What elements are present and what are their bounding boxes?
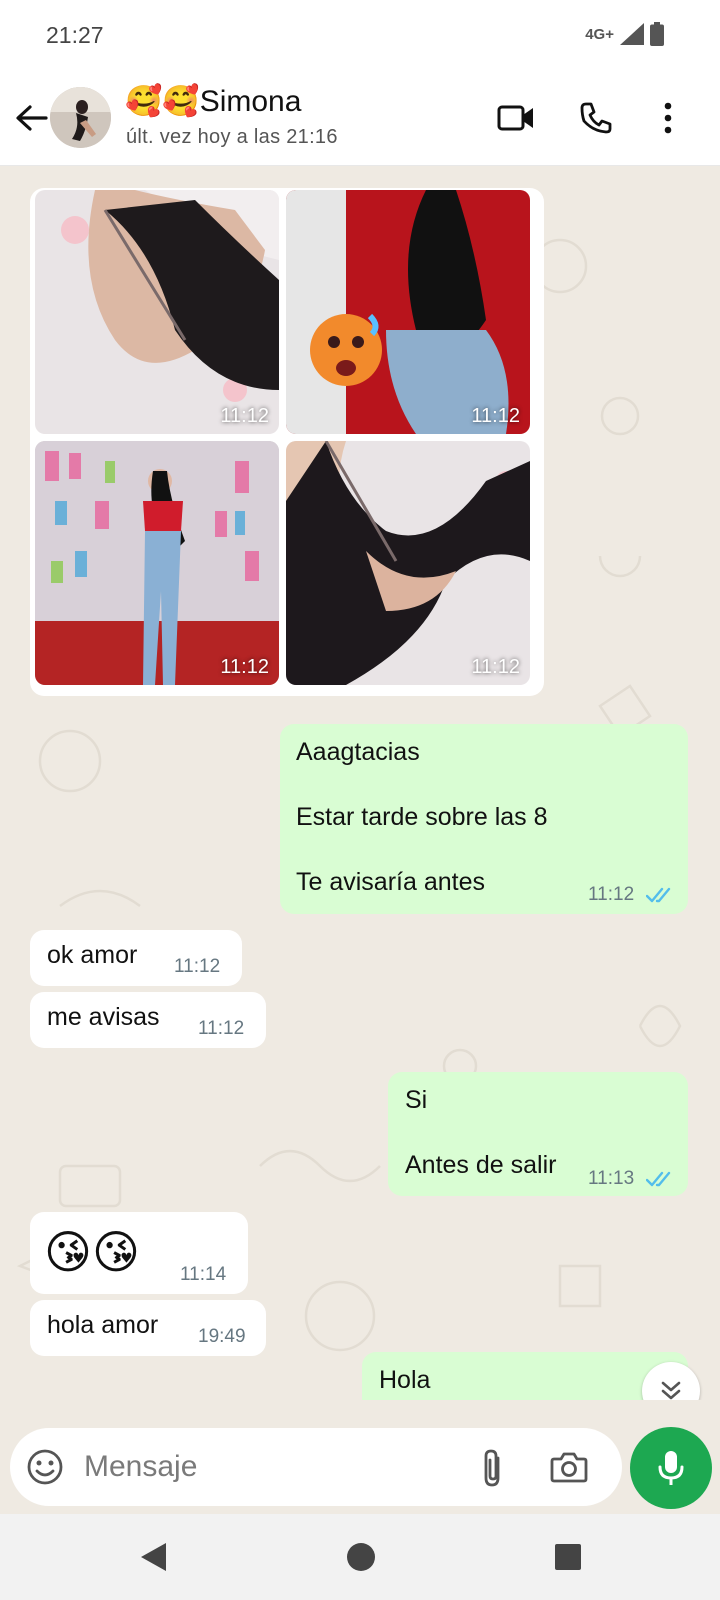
- album-photo[interactable]: 11:12: [286, 441, 530, 685]
- incoming-message[interactable]: hola amor 19:49: [30, 1300, 266, 1356]
- photo-timestamp: 11:12: [220, 405, 269, 427]
- message-text: ok amor: [47, 941, 138, 969]
- message-timestamp: 11:12: [198, 1018, 245, 1039]
- camera-icon[interactable]: [550, 1450, 588, 1489]
- album-photo[interactable]: 11:12: [286, 190, 530, 434]
- message-text: Antes de salir: [405, 1151, 557, 1179]
- phone-call-icon[interactable]: [574, 96, 618, 140]
- emoji-icon[interactable]: [26, 1448, 64, 1491]
- battery-icon: [650, 22, 664, 46]
- message-timestamp: 11:14: [180, 1264, 227, 1285]
- read-ticks-icon: [646, 1171, 671, 1187]
- outgoing-message[interactable]: Aaagtacias Estar tarde sobre las 8 Te av…: [280, 724, 688, 914]
- back-arrow-icon[interactable]: [12, 98, 52, 138]
- message-list[interactable]: 11:12 11:12 11:12 11:12 Aaagtacias Estar…: [0, 166, 720, 1428]
- more-options-icon[interactable]: [646, 96, 690, 140]
- read-ticks-icon: [646, 887, 671, 903]
- system-navigation-bar: [0, 1514, 720, 1600]
- network-type: 4G+: [585, 25, 614, 43]
- contact-name[interactable]: 🥰🥰Simona: [125, 84, 301, 119]
- message-text: Te avisaría antes: [296, 868, 485, 896]
- outgoing-message[interactable]: Si Antes de salir 11:13: [388, 1072, 688, 1196]
- status-indicators: 4G+: [585, 22, 664, 46]
- message-timestamp: 11:12: [174, 956, 221, 977]
- voice-record-button[interactable]: [630, 1427, 712, 1509]
- media-album: 11:12 11:12 11:12 11:12: [30, 188, 544, 696]
- status-time: 21:27: [46, 22, 104, 48]
- message-input[interactable]: [84, 1442, 444, 1492]
- message-composer: [10, 1428, 622, 1506]
- nav-home-icon[interactable]: [340, 1536, 382, 1578]
- message-text: me avisas: [47, 1003, 160, 1031]
- message-timestamp: 19:49: [198, 1326, 246, 1347]
- microphone-icon: [658, 1451, 684, 1485]
- composer-bar: [0, 1400, 720, 1514]
- signal-icon: [620, 23, 644, 45]
- video-call-icon[interactable]: [494, 96, 538, 140]
- nav-back-icon[interactable]: [132, 1536, 174, 1578]
- incoming-message[interactable]: ok amor 11:12: [30, 930, 242, 986]
- avatar[interactable]: [50, 87, 111, 148]
- last-seen: últ. vez hoy a las 21:16: [126, 126, 338, 148]
- incoming-message[interactable]: 😘😘 11:14: [30, 1212, 248, 1294]
- incoming-message[interactable]: me avisas 11:12: [30, 992, 266, 1048]
- message-timestamp: 11:12: [588, 884, 635, 905]
- status-bar: 21:27 4G+: [0, 0, 720, 70]
- chat-header: 🥰🥰Simona últ. vez hoy a las 21:16: [0, 70, 720, 166]
- photo-timestamp: 11:12: [220, 656, 269, 678]
- message-text: Aaagtacias: [296, 738, 420, 766]
- photo-timestamp: 11:12: [471, 405, 520, 427]
- message-text: Estar tarde sobre las 8: [296, 803, 548, 831]
- message-emoji: 😘😘: [44, 1226, 140, 1278]
- message-text: hola amor: [47, 1311, 159, 1339]
- message-timestamp: 11:13: [588, 1168, 635, 1189]
- attach-icon[interactable]: [478, 1448, 508, 1493]
- message-text: Hola: [379, 1366, 431, 1394]
- message-text: Si: [405, 1086, 428, 1114]
- album-photo[interactable]: 11:12: [35, 441, 279, 685]
- nav-recents-icon[interactable]: [547, 1536, 589, 1578]
- album-photo[interactable]: 11:12: [35, 190, 279, 434]
- photo-timestamp: 11:12: [471, 656, 520, 678]
